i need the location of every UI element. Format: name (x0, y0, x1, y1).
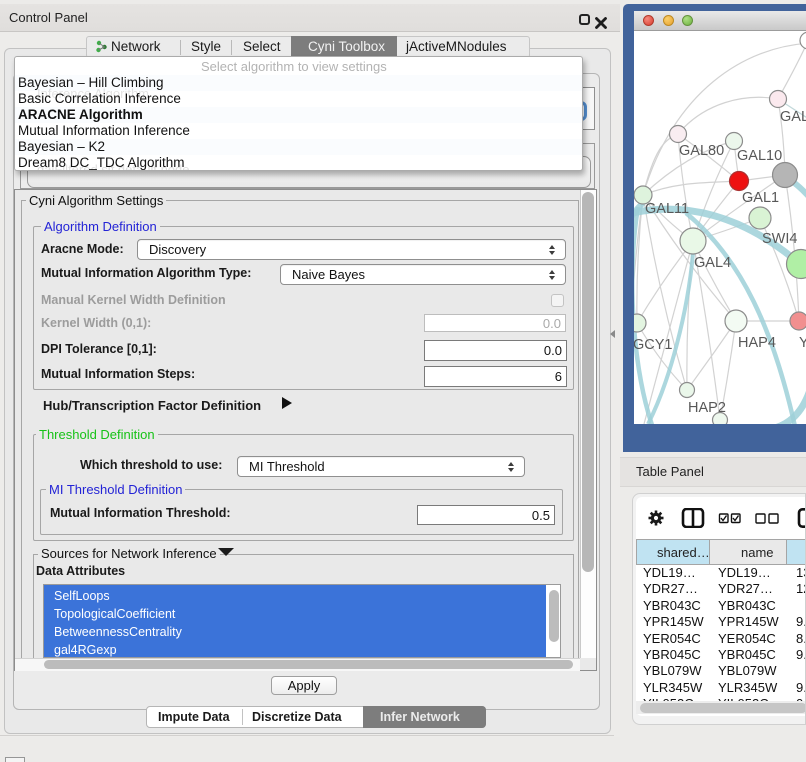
svg-text:Y: Y (799, 335, 806, 351)
svg-text:GAL: GAL (780, 109, 806, 125)
svg-text:GCY1: GCY1 (634, 337, 673, 353)
svg-text:GAL4: GAL4 (694, 255, 731, 271)
svg-text:GAL10: GAL10 (737, 148, 782, 164)
svg-text:GAL80: GAL80 (679, 143, 724, 159)
svg-text:HAP2: HAP2 (688, 400, 726, 416)
svg-text:GAL11: GAL11 (645, 201, 689, 217)
svg-text:GAL1: GAL1 (742, 190, 779, 206)
svg-text:HAP4: HAP4 (738, 335, 776, 351)
svg-text:SWI4: SWI4 (762, 231, 797, 247)
